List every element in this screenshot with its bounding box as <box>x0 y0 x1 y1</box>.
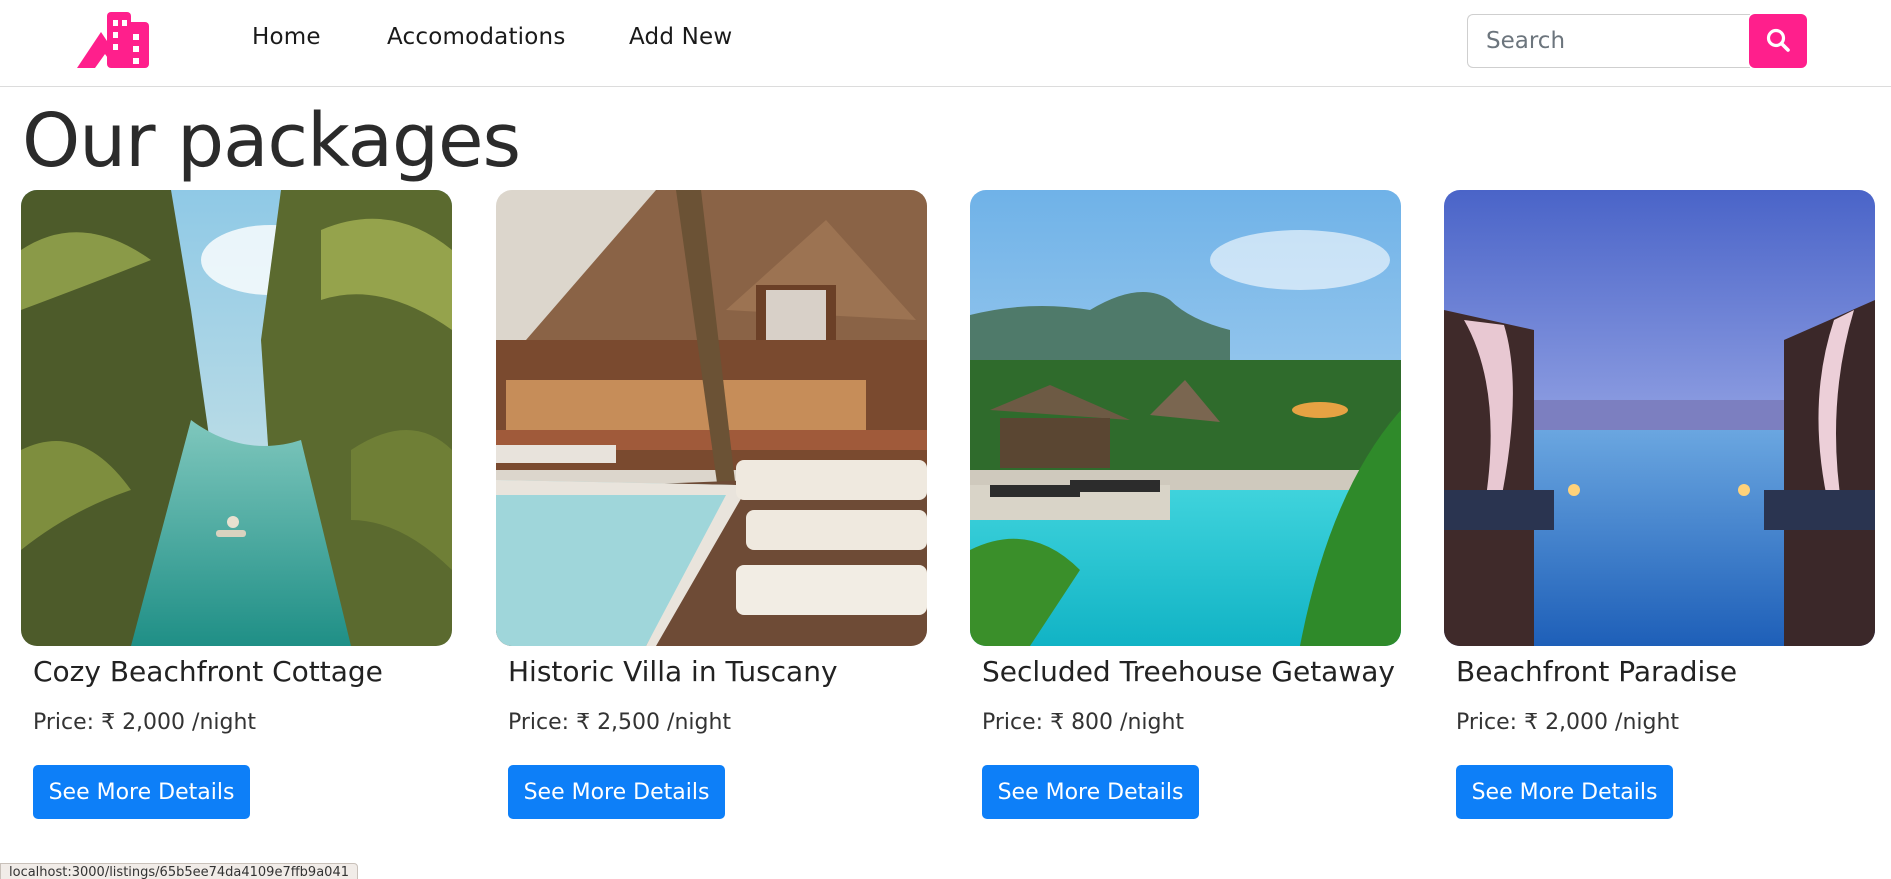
package-title: Historic Villa in Tuscany <box>508 655 838 688</box>
package-price: Price: ₹ 2,000 /night <box>33 710 257 735</box>
search-icon <box>1765 27 1791 56</box>
package-image[interactable] <box>496 190 927 646</box>
navbar: Home Accomodations Add New <box>0 0 1891 87</box>
nav-link-home[interactable]: Home <box>252 24 321 50</box>
package-title: Secluded Treehouse Getaway <box>982 655 1395 688</box>
see-more-details-button[interactable]: See More Details <box>33 765 250 819</box>
see-more-details-button[interactable]: See More Details <box>1456 765 1673 819</box>
package-price: Price: ₹ 2,500 /night <box>508 710 732 735</box>
brand-logo-icon[interactable] <box>77 10 151 70</box>
nav-link-accommodations[interactable]: Accomodations <box>387 24 566 50</box>
page-title: Our packages <box>22 98 521 184</box>
search-button[interactable] <box>1749 14 1807 68</box>
package-image[interactable] <box>21 190 452 646</box>
see-more-details-button[interactable]: See More Details <box>508 765 725 819</box>
search-input[interactable] <box>1467 14 1750 68</box>
status-bar-url: localhost:3000/listings/65b5ee74da4109e7… <box>0 863 358 879</box>
package-title: Cozy Beachfront Cottage <box>33 655 383 688</box>
package-image[interactable] <box>1444 190 1875 646</box>
package-card[interactable]: Secluded Treehouse Getaway Price: ₹ 800 … <box>970 190 1401 830</box>
package-price: Price: ₹ 2,000 /night <box>1456 710 1680 735</box>
package-card[interactable]: Beachfront Paradise Price: ₹ 2,000 /nigh… <box>1444 190 1875 830</box>
package-image[interactable] <box>970 190 1401 646</box>
package-card[interactable]: Cozy Beachfront Cottage Price: ₹ 2,000 /… <box>21 190 452 830</box>
package-title: Beachfront Paradise <box>1456 655 1738 688</box>
package-card[interactable]: Historic Villa in Tuscany Price: ₹ 2,500… <box>496 190 927 830</box>
see-more-details-button[interactable]: See More Details <box>982 765 1199 819</box>
package-price: Price: ₹ 800 /night <box>982 710 1185 735</box>
nav-link-add-new[interactable]: Add New <box>629 24 732 50</box>
